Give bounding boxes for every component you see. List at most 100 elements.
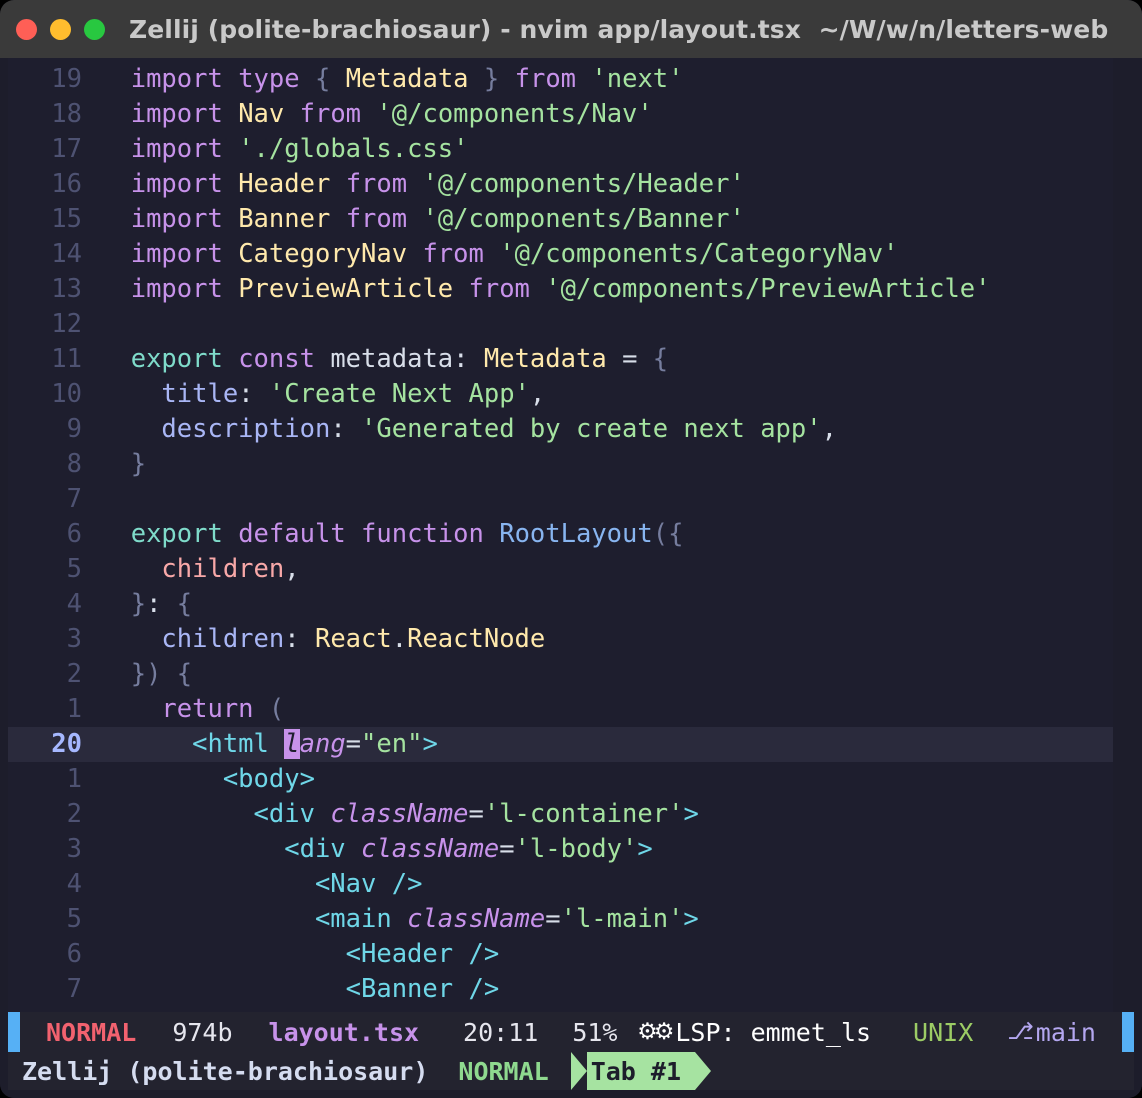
code-line[interactable]: 17 import './globals.css' [8, 132, 1113, 167]
code-token [100, 414, 161, 444]
code-line[interactable]: 2 <div className='l-container'> [8, 797, 1113, 832]
status-cursor-position: 20:11 [463, 1018, 538, 1047]
status-filename: layout.tsx [269, 1018, 420, 1047]
code-line[interactable]: 6 export default function RootLayout({ [8, 517, 1113, 552]
code-line[interactable]: 5 children, [8, 552, 1113, 587]
close-button[interactable] [16, 19, 37, 40]
code-token [100, 169, 131, 199]
code-line[interactable]: 1 <body> [8, 762, 1113, 797]
code-line[interactable]: 7 <Banner /> [8, 972, 1113, 1007]
code-token [100, 554, 161, 584]
code-token: = [346, 729, 361, 759]
line-number: 2 [8, 657, 100, 692]
code-token [223, 169, 238, 199]
line-number: 18 [8, 97, 100, 132]
line-number: 20 [8, 727, 100, 762]
zellij-mode: NORMAL [458, 1057, 548, 1086]
code-token: import [131, 64, 223, 94]
code-token: : [146, 589, 161, 619]
line-number: 15 [8, 202, 100, 237]
code-token: = [499, 834, 514, 864]
code-token [346, 414, 361, 444]
code-token: export [131, 344, 223, 374]
code-text: <div className='l-body'> [100, 832, 1113, 867]
line-number: 7 [8, 482, 100, 517]
line-number: 5 [8, 552, 100, 587]
code-line[interactable]: 2 }) { [8, 657, 1113, 692]
code-line[interactable]: 16 import Header from '@/components/Head… [8, 167, 1113, 202]
code-token [223, 134, 238, 164]
code-buffer[interactable]: 19 import type { Metadata } from 'next'1… [8, 62, 1113, 1007]
code-token [346, 519, 361, 549]
zoom-button[interactable] [84, 19, 105, 40]
code-token: <div [254, 799, 315, 829]
code-token: from [346, 169, 407, 199]
line-number: 8 [8, 447, 100, 482]
code-token: '@/components/CategoryNav' [499, 239, 898, 269]
code-token: . [392, 624, 407, 654]
code-line[interactable]: 12 [8, 307, 1113, 342]
code-line[interactable]: 6 <Header /> [8, 937, 1113, 972]
code-token: className [407, 904, 545, 934]
zellij-session-name: Zellij (polite-brachiosaur) [22, 1057, 428, 1086]
code-token: '@/components/Banner' [422, 204, 744, 234]
code-token [315, 344, 330, 374]
code-token: import [131, 204, 223, 234]
code-token [100, 134, 131, 164]
code-line[interactable]: 7 [8, 482, 1113, 517]
status-filesize: 974b [172, 1018, 232, 1047]
code-token [315, 799, 330, 829]
code-line[interactable]: 4 }: { [8, 587, 1113, 622]
code-line[interactable]: 9 description: 'Generated by create next… [8, 412, 1113, 447]
code-line[interactable]: 8 } [8, 447, 1113, 482]
code-text: import './globals.css' [100, 132, 1113, 167]
terminal-window: Zellij (polite-brachiosaur) - nvim app/l… [0, 0, 1142, 1098]
code-token: } [131, 589, 146, 619]
code-line[interactable]: 20 <html lang="en"> [8, 727, 1113, 762]
code-token [100, 764, 223, 794]
code-token: Nav [238, 99, 284, 129]
code-token: Metadata [484, 344, 607, 374]
zellij-tab-label: Tab #1 [587, 1052, 695, 1090]
code-text: import Nav from '@/components/Nav' [100, 97, 1113, 132]
code-line[interactable]: 3 <div className='l-body'> [8, 832, 1113, 867]
code-line[interactable]: 18 import Nav from '@/components/Nav' [8, 97, 1113, 132]
code-token [330, 64, 345, 94]
code-token: import [131, 134, 223, 164]
code-line[interactable]: 14 import CategoryNav from '@/components… [8, 237, 1113, 272]
code-token: Banner [238, 204, 330, 234]
code-line[interactable]: 15 import Banner from '@/components/Bann… [8, 202, 1113, 237]
code-token [269, 729, 284, 759]
code-line[interactable]: 4 <Nav /> [8, 867, 1113, 902]
code-text: }) { [100, 657, 1113, 692]
code-line[interactable]: 1 return ( [8, 692, 1113, 727]
code-line[interactable]: 3 children: React.ReactNode [8, 622, 1113, 657]
code-line[interactable]: 11 export const metadata: Metadata = { [8, 342, 1113, 377]
code-line[interactable]: 19 import type { Metadata } from 'next' [8, 62, 1113, 97]
zellij-tab-1[interactable]: Tab #1 [571, 1052, 711, 1090]
code-line[interactable]: 10 title: 'Create Next App', [8, 377, 1113, 412]
code-token [223, 274, 238, 304]
line-number: 6 [8, 517, 100, 552]
neovim-editor-pane[interactable]: 19 import type { Metadata } from 'next'1… [8, 58, 1113, 1012]
pane-right-gap [1113, 58, 1142, 1012]
code-token [530, 274, 545, 304]
minimize-button[interactable] [50, 19, 71, 40]
code-token: <main [315, 904, 392, 934]
code-token [100, 449, 131, 479]
zellij-status-bar: Zellij (polite-brachiosaur) NORMAL Tab #… [8, 1052, 1134, 1090]
code-line[interactable]: 13 import PreviewArticle from '@/compone… [8, 272, 1113, 307]
code-token [284, 99, 299, 129]
code-token: <div [284, 834, 345, 864]
code-token: './globals.css' [238, 134, 468, 164]
code-token [100, 659, 131, 689]
code-token: { [315, 64, 330, 94]
code-token [576, 64, 591, 94]
code-token: return [161, 694, 253, 724]
code-token: Metadata [346, 64, 469, 94]
code-token [300, 624, 315, 654]
code-line[interactable]: 5 <main className='l-main'> [8, 902, 1113, 937]
line-number: 1 [8, 762, 100, 797]
code-token [484, 519, 499, 549]
code-token [100, 239, 131, 269]
